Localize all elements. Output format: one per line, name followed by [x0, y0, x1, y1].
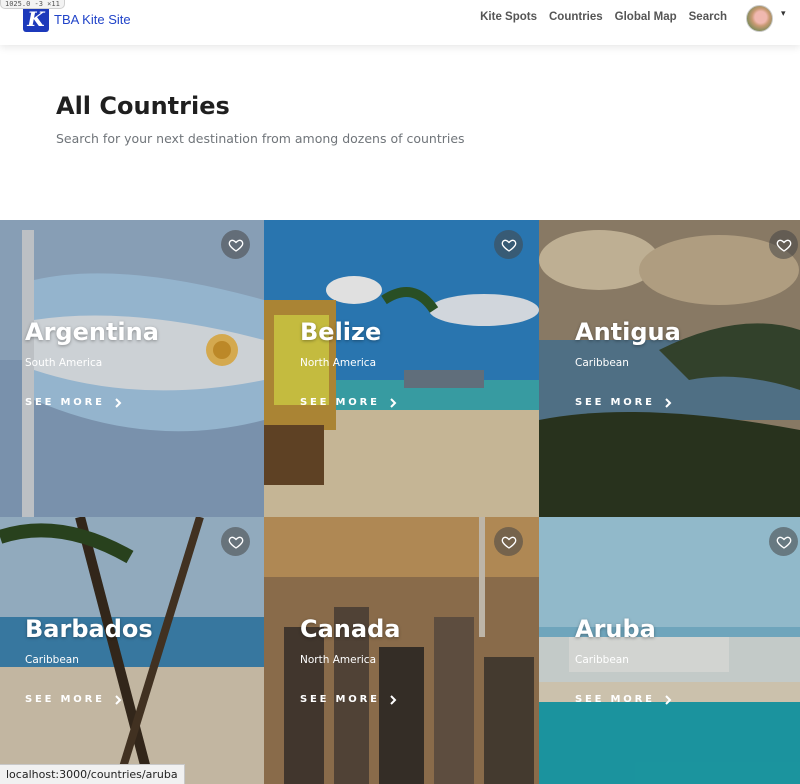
card-overlay: [539, 517, 800, 784]
favorite-button[interactable]: [769, 527, 798, 556]
heart-icon: [501, 239, 516, 252]
brand-link[interactable]: K TBA Kite Site: [23, 6, 131, 32]
country-card-aruba[interactable]: Aruba Caribbean SEE MORE: [539, 517, 800, 784]
card-region: North America: [300, 654, 377, 666]
nav-kite-spots[interactable]: Kite Spots: [480, 11, 537, 23]
chevron-right-icon: [390, 694, 397, 705]
card-region: Caribbean: [25, 654, 79, 666]
chevron-right-icon: [115, 397, 122, 408]
see-more-label: SEE MORE: [575, 397, 655, 408]
card-country-name: Canada: [300, 615, 401, 643]
country-grid: Argentina South America SEE MORE Belize …: [0, 220, 800, 784]
brand-name: TBA Kite Site: [54, 11, 131, 27]
card-country-name: Belize: [300, 318, 382, 346]
main-nav: Kite Spots Countries Global Map Search: [480, 11, 727, 23]
see-more-label: SEE MORE: [25, 397, 105, 408]
see-more-label: SEE MORE: [575, 694, 655, 705]
page-title: All Countries: [56, 92, 230, 120]
heart-icon: [501, 536, 516, 549]
card-country-name: Barbados: [25, 615, 153, 643]
chevron-down-icon[interactable]: ▾: [781, 9, 786, 19]
favorite-button[interactable]: [494, 527, 523, 556]
country-card-belize[interactable]: Belize North America SEE MORE: [264, 220, 539, 517]
card-overlay: [0, 517, 264, 784]
see-more-link[interactable]: SEE MORE: [25, 694, 122, 705]
top-navbar: K TBA Kite Site Kite Spots Countries Glo…: [0, 0, 800, 45]
heart-icon: [228, 239, 243, 252]
card-region: South America: [25, 357, 103, 369]
card-country-name: Argentina: [25, 318, 159, 346]
status-bar-url: localhost:3000/countries/aruba: [0, 764, 185, 784]
see-more-link[interactable]: SEE MORE: [575, 694, 672, 705]
nav-global-map[interactable]: Global Map: [615, 11, 677, 23]
chevron-right-icon: [665, 694, 672, 705]
heart-icon: [776, 239, 791, 252]
dev-size-badge: 1025.0 -3 ×11: [0, 0, 65, 9]
card-region: North America: [300, 357, 377, 369]
favorite-button[interactable]: [769, 230, 798, 259]
card-country-name: Aruba: [575, 615, 656, 643]
country-card-canada[interactable]: Canada North America SEE MORE: [264, 517, 539, 784]
chevron-right-icon: [390, 397, 397, 408]
country-card-antigua[interactable]: Antigua Caribbean SEE MORE: [539, 220, 800, 517]
country-card-barbados[interactable]: Barbados Caribbean SEE MORE: [0, 517, 264, 784]
see-more-label: SEE MORE: [300, 397, 380, 408]
heart-icon: [228, 536, 243, 549]
country-card-argentina[interactable]: Argentina South America SEE MORE: [0, 220, 264, 517]
see-more-link[interactable]: SEE MORE: [575, 397, 672, 408]
see-more-link[interactable]: SEE MORE: [300, 397, 397, 408]
chevron-right-icon: [115, 694, 122, 705]
card-country-name: Antigua: [575, 318, 681, 346]
see-more-label: SEE MORE: [25, 694, 105, 705]
page-subtitle: Search for your next destination from am…: [56, 131, 465, 146]
brand-logo-icon: K: [23, 6, 49, 32]
favorite-button[interactable]: [494, 230, 523, 259]
see-more-label: SEE MORE: [300, 694, 380, 705]
favorite-button[interactable]: [221, 230, 250, 259]
user-avatar[interactable]: [746, 5, 773, 32]
card-region: Caribbean: [575, 654, 629, 666]
see-more-link[interactable]: SEE MORE: [300, 694, 397, 705]
nav-search[interactable]: Search: [689, 11, 727, 23]
heart-icon: [776, 536, 791, 549]
favorite-button[interactable]: [221, 527, 250, 556]
see-more-link[interactable]: SEE MORE: [25, 397, 122, 408]
nav-countries[interactable]: Countries: [549, 11, 603, 23]
chevron-right-icon: [665, 397, 672, 408]
card-overlay: [264, 517, 539, 784]
card-region: Caribbean: [575, 357, 629, 369]
